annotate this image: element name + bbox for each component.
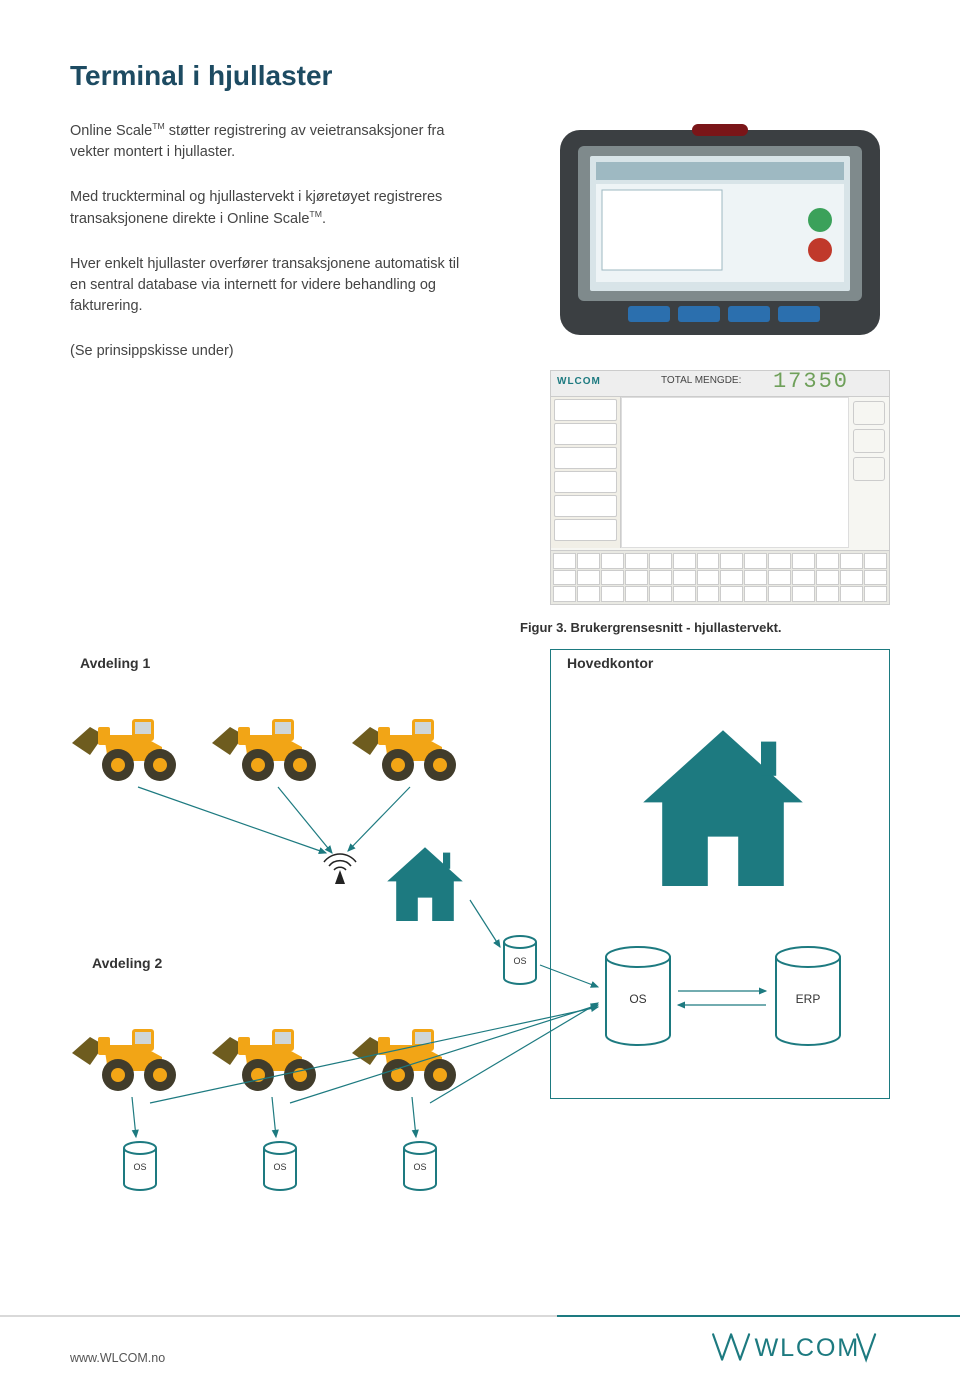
paragraph-2: Med truckterminal og hjullastervekt i kj… xyxy=(70,187,460,230)
app-screenshot: WLCOM TOTAL MENGDE: 17350 xyxy=(550,370,890,605)
trademark-symbol: TM xyxy=(152,121,165,131)
brand-logo: WLCOM xyxy=(700,1329,890,1365)
app-logo-text: WLCOM xyxy=(557,376,601,387)
body-text-column: Online ScaleTM støtter registrering av v… xyxy=(70,120,460,635)
svg-text:WLCOM: WLCOM xyxy=(755,1334,861,1362)
footer-url: www.WLCOM.no xyxy=(70,1351,165,1365)
terminal-device-photo xyxy=(550,120,890,345)
paragraph-3: Hver enkelt hjullaster overfører transak… xyxy=(70,254,460,317)
paragraph-1: Online ScaleTM støtter registrering av v… xyxy=(70,120,460,163)
footer-rule xyxy=(0,1315,960,1317)
app-total-value: 17350 xyxy=(773,369,849,394)
app-onscreen-keyboard xyxy=(551,550,889,604)
app-sidebar xyxy=(551,397,621,548)
principle-diagram: Avdeling 1 Hovedkontor xyxy=(70,655,890,1315)
app-total-label: TOTAL MENGDE: xyxy=(661,375,741,386)
paragraph-2-pre: Med truckterminal og hjullastervekt i kj… xyxy=(70,189,442,227)
app-right-pane xyxy=(853,397,885,548)
figure-caption: Figur 3. Brukergrensesnitt - hjullasterv… xyxy=(520,620,890,635)
app-main-pane xyxy=(621,397,849,548)
paragraph-4: (Se prinsippskisse under) xyxy=(70,341,460,362)
paragraph-2-post: . xyxy=(322,211,326,227)
page-title: Terminal i hjullaster xyxy=(70,60,890,92)
diagram-arrows xyxy=(70,655,890,1315)
paragraph-1-pre: Online Scale xyxy=(70,123,152,139)
trademark-symbol: TM xyxy=(309,209,322,219)
